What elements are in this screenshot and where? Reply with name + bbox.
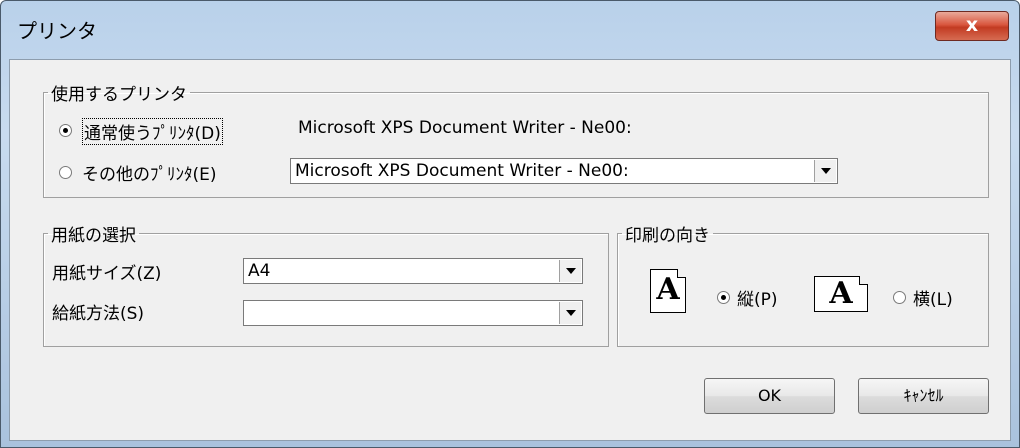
printer-group-legend: 使用するプリンタ (51, 85, 187, 105)
portrait-page-icon: A (650, 269, 686, 313)
orientation-group-legend: 印刷の向き (625, 226, 710, 246)
default-printer-label[interactable]: 通常使うﾌﾟﾘﾝﾀ(D) (82, 118, 223, 145)
other-printer-value: Microsoft XPS Document Writer - Ne00: (295, 161, 629, 181)
landscape-glyph: A (829, 276, 853, 311)
chevron-down-icon[interactable] (559, 260, 581, 282)
paper-size-label: 用紙サイズ(Z) (52, 264, 162, 284)
paper-group-legend: 用紙の選択 (51, 226, 136, 246)
paper-size-select[interactable]: A4 (243, 258, 583, 284)
landscape-page-icon: A (814, 276, 868, 312)
print-dialog-window: プリンタ x 使用するプリンタ 通常使うﾌﾟﾘﾝﾀ(D) Microsoft X… (0, 0, 1020, 448)
window-title: プリンタ (17, 19, 97, 43)
ok-button[interactable]: OK (704, 378, 835, 414)
portrait-glyph: A (656, 272, 680, 307)
default-printer-radio[interactable] (59, 124, 72, 137)
default-printer-name: Microsoft XPS Document Writer - Ne00: (298, 118, 632, 138)
portrait-label[interactable]: 縦(P) (737, 285, 778, 310)
chevron-down-icon[interactable] (814, 160, 836, 182)
chevron-down-icon[interactable] (559, 302, 581, 324)
other-printer-radio[interactable] (59, 166, 72, 179)
cancel-button[interactable]: ｷｬﾝｾﾙ (858, 378, 989, 414)
paper-size-value: A4 (248, 261, 271, 281)
landscape-radio[interactable] (893, 291, 906, 304)
other-printer-select[interactable]: Microsoft XPS Document Writer - Ne00: (290, 158, 838, 184)
paper-source-select[interactable] (243, 300, 583, 326)
title-bar[interactable]: プリンタ x (1, 1, 1019, 59)
close-icon: x (965, 14, 979, 36)
landscape-label[interactable]: 横(L) (913, 285, 953, 310)
close-button[interactable]: x (935, 11, 1009, 41)
paper-source-label: 給紙方法(S) (52, 304, 145, 324)
portrait-radio[interactable] (717, 291, 730, 304)
other-printer-label[interactable]: その他のﾌﾟﾘﾝﾀ(E) (82, 160, 217, 185)
dialog-body: 使用するプリンタ 通常使うﾌﾟﾘﾝﾀ(D) Microsoft XPS Docu… (9, 59, 1011, 441)
paper-group: 用紙の選択 (43, 221, 609, 347)
